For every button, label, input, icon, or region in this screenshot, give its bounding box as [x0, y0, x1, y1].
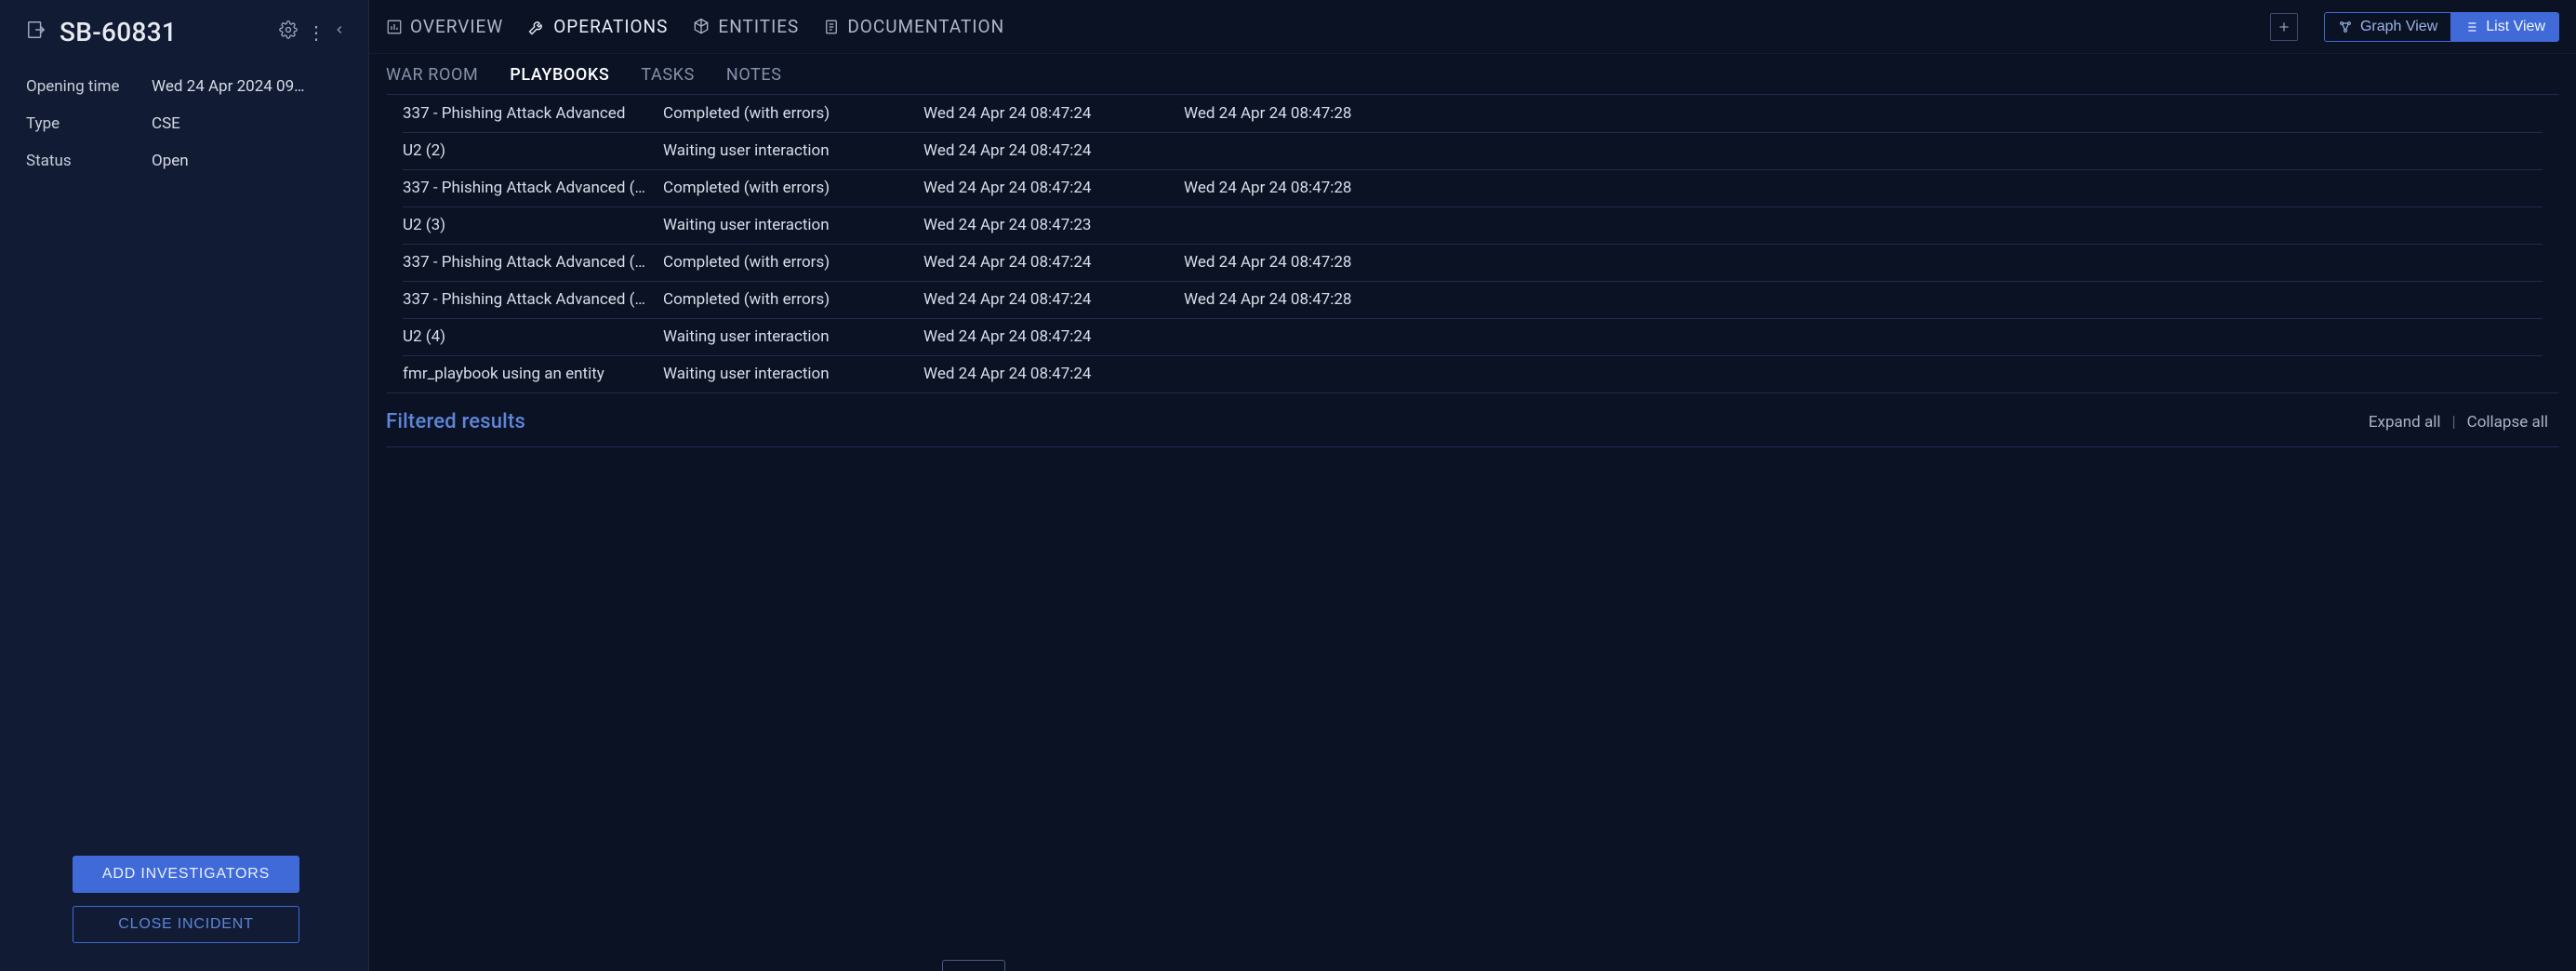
playbook-table: 337 - Phishing Attack AdvancedCompleted …: [386, 94, 2559, 393]
playbook-end-time: Wed 24 Apr 24 08:47:28: [1184, 281, 2543, 318]
playbook-start-time: Wed 24 Apr 24 08:47:24: [923, 355, 1184, 392]
playbook-status: Waiting user interaction: [663, 355, 923, 392]
playbook-name: U2 (4): [403, 318, 663, 355]
field-value: Open: [152, 152, 346, 170]
more-menu-icon[interactable]: ⋮: [307, 23, 324, 42]
sub-tabs: WAR ROOM PLAYBOOKS TASKS NOTES: [369, 54, 2576, 94]
incident-id: SB-60831: [60, 17, 266, 47]
chart-icon: [386, 19, 403, 35]
playbook-name: 337 - Phishing Attack Advanced (…: [403, 169, 663, 206]
field-opening-time: Opening time Wed 24 Apr 2024 09…: [26, 68, 346, 105]
view-label: List View: [2486, 19, 2545, 35]
filtered-results-title: Filtered results: [386, 410, 525, 433]
playbook-end-time: [1184, 355, 2543, 392]
playbook-status: Completed (with errors): [663, 281, 923, 318]
filtered-results-area: [386, 446, 2559, 971]
tab-label: ENTITIES: [718, 16, 799, 37]
collapse-all-link[interactable]: Collapse all: [2467, 413, 2548, 432]
playbook-status: Waiting user interaction: [663, 132, 923, 169]
playbook-start-time: Wed 24 Apr 24 08:47:23: [923, 206, 1184, 244]
document-icon: [823, 18, 840, 36]
table-row[interactable]: fmr_playbook using an entityWaiting user…: [403, 355, 2543, 392]
playbook-end-time: Wed 24 Apr 24 08:47:28: [1184, 95, 2543, 132]
playbook-end-time: [1184, 318, 2543, 355]
subtab-war-room[interactable]: WAR ROOM: [386, 65, 478, 85]
divider: |: [2452, 413, 2456, 432]
playbook-status: Waiting user interaction: [663, 206, 923, 244]
tab-documentation[interactable]: DOCUMENTATION: [823, 16, 1004, 37]
view-label: Graph View: [2360, 19, 2437, 35]
playbook-start-time: Wed 24 Apr 24 08:47:24: [923, 318, 1184, 355]
collapse-sidebar-icon[interactable]: [333, 20, 346, 44]
table-row[interactable]: U2 (3)Waiting user interactionWed 24 Apr…: [403, 206, 2543, 244]
playbook-status: Waiting user interaction: [663, 318, 923, 355]
playbook-name: 337 - Phishing Attack Advanced (…: [403, 244, 663, 281]
tab-entities[interactable]: ENTITIES: [692, 16, 799, 37]
table-row[interactable]: U2 (2)Waiting user interactionWed 24 Apr…: [403, 132, 2543, 169]
playbook-end-time: Wed 24 Apr 24 08:47:28: [1184, 244, 2543, 281]
playbook-start-time: Wed 24 Apr 24 08:47:24: [923, 132, 1184, 169]
tools-icon: [527, 18, 546, 36]
cube-icon: [692, 18, 710, 36]
subtab-notes[interactable]: NOTES: [726, 65, 782, 85]
exit-icon[interactable]: [26, 20, 46, 45]
close-incident-button[interactable]: CLOSE INCIDENT: [73, 906, 299, 943]
field-label: Status: [26, 152, 152, 170]
playbook-name: U2 (3): [403, 206, 663, 244]
playbook-end-time: Wed 24 Apr 24 08:47:28: [1184, 169, 2543, 206]
list-view-button[interactable]: List View: [2450, 13, 2558, 41]
field-label: Opening time: [26, 77, 152, 96]
add-button[interactable]: [2270, 13, 2298, 41]
table-row[interactable]: 337 - Phishing Attack Advanced (…Complet…: [403, 244, 2543, 281]
playbook-status: Completed (with errors): [663, 244, 923, 281]
gear-icon[interactable]: [279, 20, 298, 44]
bottom-drawer-handle[interactable]: [942, 960, 1005, 971]
field-status: Status Open: [26, 142, 346, 180]
table-row[interactable]: 337 - Phishing Attack AdvancedCompleted …: [403, 95, 2543, 132]
playbook-status: Completed (with errors): [663, 169, 923, 206]
top-toolbar: OVERVIEW OPERATIONS ENTITIES: [369, 0, 2576, 54]
playbook-start-time: Wed 24 Apr 24 08:47:24: [923, 169, 1184, 206]
playbook-name: U2 (2): [403, 132, 663, 169]
playbook-name: 337 - Phishing Attack Advanced (…: [403, 281, 663, 318]
graph-icon: [2338, 20, 2353, 34]
field-type: Type CSE: [26, 105, 346, 142]
field-label: Type: [26, 114, 152, 133]
playbook-name: 337 - Phishing Attack Advanced: [403, 95, 663, 132]
tab-operations[interactable]: OPERATIONS: [527, 16, 668, 37]
plus-icon: [2277, 20, 2291, 34]
table-row[interactable]: 337 - Phishing Attack Advanced (…Complet…: [403, 281, 2543, 318]
playbook-end-time: [1184, 206, 2543, 244]
playbook-start-time: Wed 24 Apr 24 08:47:24: [923, 244, 1184, 281]
view-toggle: Graph View List View: [2324, 12, 2559, 42]
tab-label: DOCUMENTATION: [847, 16, 1004, 37]
filtered-results-bar: Filtered results Expand all | Collapse a…: [369, 393, 2576, 439]
playbook-status: Completed (with errors): [663, 95, 923, 132]
main-content: OVERVIEW OPERATIONS ENTITIES: [369, 0, 2576, 971]
playbook-start-time: Wed 24 Apr 24 08:47:24: [923, 95, 1184, 132]
playbook-name: fmr_playbook using an entity: [403, 355, 663, 392]
tab-overview[interactable]: OVERVIEW: [386, 16, 503, 37]
incident-sidebar: SB-60831 ⋮ Opening time Wed 24 Apr 2: [0, 0, 369, 971]
subtab-playbooks[interactable]: PLAYBOOKS: [510, 65, 609, 85]
field-value: CSE: [152, 114, 346, 133]
field-value: Wed 24 Apr 2024 09…: [152, 77, 346, 96]
playbook-end-time: [1184, 132, 2543, 169]
tab-label: OPERATIONS: [553, 16, 668, 37]
expand-all-link[interactable]: Expand all: [2369, 413, 2441, 432]
tab-label: OVERVIEW: [410, 16, 503, 37]
list-icon: [2463, 20, 2478, 34]
add-investigators-button[interactable]: ADD INVESTIGATORS: [73, 856, 299, 893]
playbook-start-time: Wed 24 Apr 24 08:47:24: [923, 281, 1184, 318]
table-row[interactable]: U2 (4)Waiting user interactionWed 24 Apr…: [403, 318, 2543, 355]
graph-view-button[interactable]: Graph View: [2325, 13, 2450, 41]
table-row[interactable]: 337 - Phishing Attack Advanced (…Complet…: [403, 169, 2543, 206]
subtab-tasks[interactable]: TASKS: [641, 65, 694, 85]
